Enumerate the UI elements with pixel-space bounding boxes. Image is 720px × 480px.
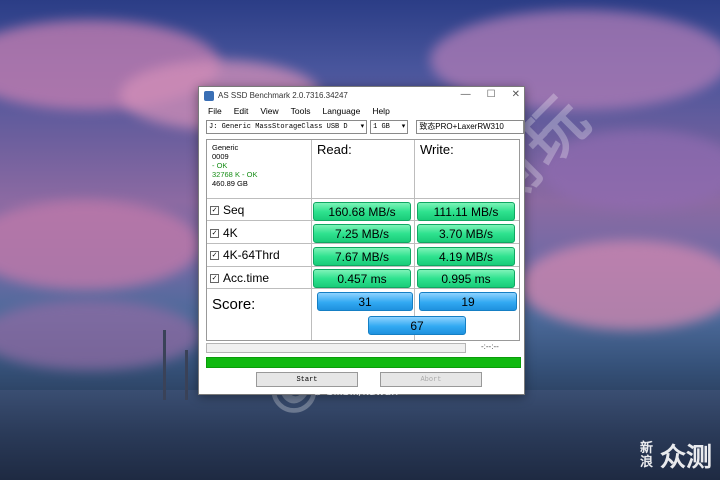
toolbar: J: Generic MassStorageClass USB D ▾ 1 GB… — [199, 118, 524, 135]
4k-read-value: 7.25 MB/s — [313, 224, 411, 243]
drive-select[interactable]: J: Generic MassStorageClass USB D ▾ — [206, 119, 368, 134]
elapsed-time: -:--:-- — [481, 342, 499, 351]
chevron-down-icon: ▾ — [360, 123, 365, 131]
test-progress-bar — [206, 343, 466, 353]
copyright-text: © bilibili/kuwan — [312, 385, 399, 398]
window-title: AS SSD Benchmark 2.0.7316.34247 — [218, 91, 348, 100]
4k-write-value: 3.70 MB/s — [417, 224, 515, 243]
app-icon — [204, 90, 214, 101]
overall-progress-fill — [207, 358, 520, 367]
4k64-write-value: 4.19 MB/s — [417, 247, 515, 266]
close-button[interactable]: ✕ — [512, 89, 520, 100]
brand-logo: 新浪 众测 — [640, 437, 712, 474]
menu-file[interactable]: File — [208, 106, 222, 116]
menu-help[interactable]: Help — [372, 106, 389, 116]
read-column-header: Read: — [317, 142, 352, 157]
drive-alignment-status: 32768 K - OK — [212, 170, 258, 179]
menu-bar: File Edit View Tools Language Help — [199, 104, 524, 118]
drive-capacity: 460.89 GB — [212, 179, 248, 188]
test-size-select[interactable]: 1 GB ▾ — [370, 119, 409, 134]
menu-tools[interactable]: Tools — [291, 106, 311, 116]
checkbox[interactable]: ✓ — [210, 250, 219, 260]
checkbox[interactable]: ✓ — [210, 228, 219, 238]
score-label: Score: — [212, 296, 256, 313]
row-acctime-label[interactable]: ✓ Acc.time — [210, 271, 269, 285]
row-4k64-label[interactable]: ✓ 4K-64Thrd — [210, 248, 280, 262]
title-bar[interactable]: AS SSD Benchmark 2.0.7316.34247 — ☐ ✕ — [199, 87, 524, 104]
seq-write-value: 111.11 MB/s — [417, 202, 515, 221]
test-size-value: 1 GB — [373, 122, 390, 131]
drive-select-value: J: Generic MassStorageClass USB D — [209, 122, 348, 131]
read-score: 31 — [317, 292, 413, 311]
benchmark-window: AS SSD Benchmark 2.0.7316.34247 — ☐ ✕ Fi… — [198, 86, 525, 395]
overall-progress-bar — [206, 357, 521, 368]
brand-small-text: 新浪 — [639, 440, 653, 470]
seq-read-value: 160.68 MB/s — [313, 202, 411, 221]
drive-firmware: 0009 — [212, 152, 229, 161]
total-score: 67 — [368, 316, 466, 335]
write-score: 19 — [419, 292, 517, 311]
write-column-header: Write: — [420, 142, 454, 157]
maximize-button[interactable]: ☐ — [487, 89, 496, 100]
menu-language[interactable]: Language — [322, 106, 360, 116]
row-seq-label[interactable]: ✓ Seq — [210, 203, 244, 217]
checkbox[interactable]: ✓ — [210, 205, 219, 215]
drive-info: Generic 0009 - OK 32768 K - OK 460.89 GB — [212, 143, 257, 188]
brand-big-text: 众测 — [659, 443, 712, 473]
minimize-button[interactable]: — — [461, 89, 471, 100]
device-name-field[interactable]: 致态PRO+LaxerRW310 — [416, 119, 524, 134]
checkbox[interactable]: ✓ — [210, 273, 219, 283]
acctime-read-value: 0.457 ms — [313, 269, 411, 288]
4k64-read-value: 7.67 MB/s — [313, 247, 411, 266]
results-grid: Generic 0009 - OK 32768 K - OK 460.89 GB… — [206, 139, 520, 341]
menu-edit[interactable]: Edit — [234, 106, 249, 116]
menu-view[interactable]: View — [260, 106, 278, 116]
acctime-write-value: 0.995 ms — [417, 269, 515, 288]
chevron-down-icon: ▾ — [401, 123, 406, 131]
drive-driver-status: - OK — [212, 161, 228, 170]
drive-model: Generic — [212, 143, 239, 152]
row-4k-label[interactable]: ✓ 4K — [210, 226, 238, 240]
